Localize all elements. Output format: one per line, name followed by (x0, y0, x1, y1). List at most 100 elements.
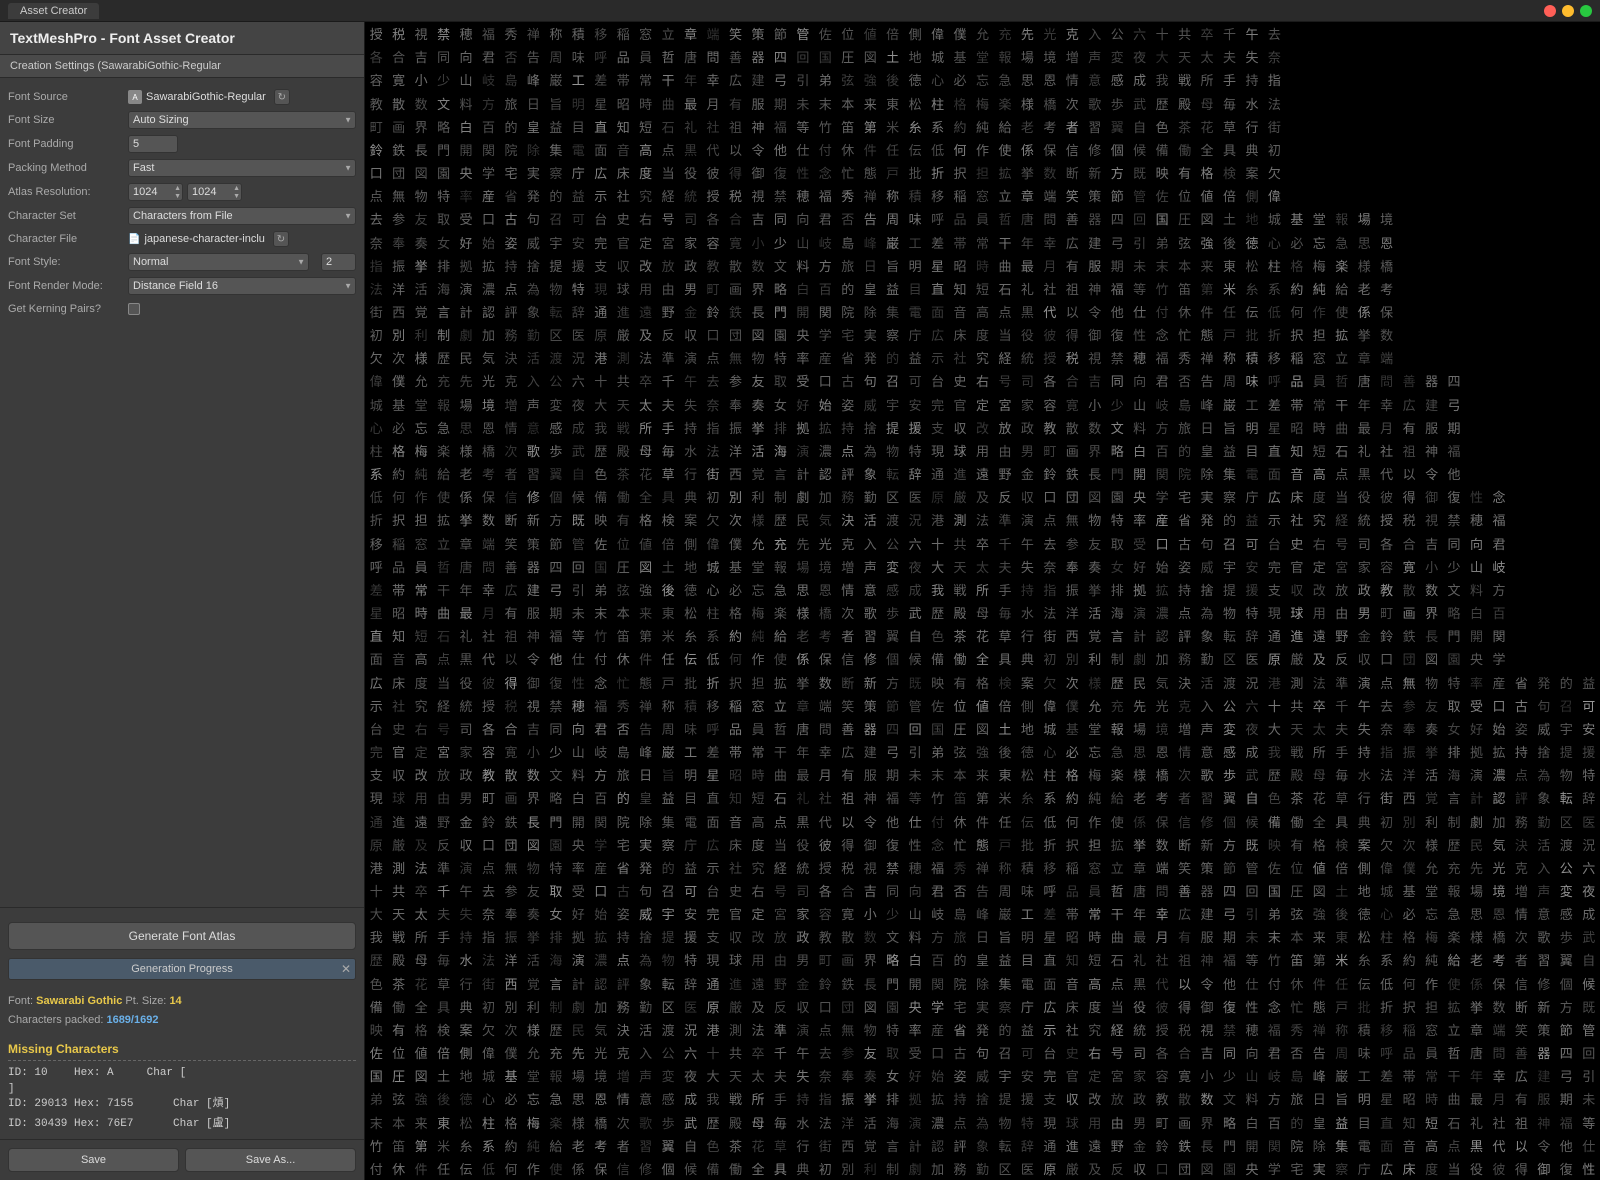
kanji-cell (1375, 91, 1397, 114)
font-padding-input[interactable] (128, 135, 178, 153)
kanji-cell: 広 (1398, 393, 1420, 416)
kanji-cell: 端 (814, 694, 836, 717)
char-file-refresh[interactable]: ↻ (273, 231, 289, 247)
kanji-cell: 黒 (679, 138, 701, 161)
kanji-cell: 武 (1241, 763, 1263, 786)
kanji-cell: 男 (1128, 1111, 1150, 1134)
font-style-select[interactable]: Normal (128, 253, 309, 271)
kanji-cell: 代 (477, 647, 499, 670)
kanji-cell: 必 (1286, 230, 1308, 253)
kanji-cell: 報 (1106, 717, 1128, 740)
kanji-cell: 放 (657, 254, 679, 277)
kanji-cell: 倍 (1331, 856, 1353, 879)
kanji-cell: 格 (1061, 763, 1083, 786)
kanji-cell: 開 (792, 300, 814, 323)
kanji-cell: 作 (1084, 809, 1106, 832)
kanji-cell (1465, 462, 1487, 485)
character-set-select[interactable]: Characters from File (128, 207, 356, 225)
kanji-cell: 統 (455, 694, 477, 717)
packing-method-select[interactable]: Fast (128, 159, 356, 177)
kanji-cell: 公 (1218, 694, 1240, 717)
kanji-cell: 日 (1196, 416, 1218, 439)
kanji-cell (1488, 184, 1510, 207)
kanji-cell: 提 (881, 416, 903, 439)
kanji-cell: 皇 (1308, 1111, 1330, 1134)
atlas-width-down[interactable]: ▼ (174, 193, 181, 200)
kanji-cell: 習 (1533, 948, 1555, 971)
generate-button[interactable]: Generate Font Atlas (8, 922, 356, 950)
kanji-cell: 心 (926, 68, 948, 91)
font-size-row: Font Size Auto Sizing (0, 108, 364, 132)
kanji-cell (1578, 485, 1600, 508)
kanji-cell: 安 (1016, 1064, 1038, 1087)
refresh-button[interactable]: ↻ (274, 89, 290, 105)
kanji-cell: 次 (1061, 91, 1083, 114)
kanji-cell: 建 (1533, 1064, 1555, 1087)
kanji-cell: 威 (1533, 717, 1555, 740)
kanji-cell: 通 (1263, 624, 1285, 647)
kanji-cell: 否 (1286, 1041, 1308, 1064)
kanji-cell: 積 (904, 184, 926, 207)
kanji-cell: 各 (1151, 1041, 1173, 1064)
font-size-select[interactable]: Auto Sizing (128, 111, 356, 129)
kanji-cell: 典 (679, 485, 701, 508)
kanji-cell: 鈴 (477, 809, 499, 832)
atlas-width-up[interactable]: ▲ (174, 185, 181, 192)
kanji-cell: 岐 (1263, 1064, 1285, 1087)
atlas-height-up[interactable]: ▲ (233, 185, 240, 192)
kanji-cell: 野 (432, 809, 454, 832)
kanji-cell: 役 (1016, 323, 1038, 346)
kanji-cell: 問 (1488, 1041, 1510, 1064)
kanji-cell (1488, 68, 1510, 91)
kanji-cell: 味 (1353, 1041, 1375, 1064)
kanji-cell: 奈 (814, 1064, 836, 1087)
minimize-btn[interactable] (1562, 5, 1574, 17)
kanji-cell: 口 (1151, 1157, 1173, 1180)
kanji-cell: 歩 (1555, 925, 1577, 948)
kanji-cell: 低 (926, 138, 948, 161)
kanji-cell: 方 (814, 254, 836, 277)
maximize-btn[interactable] (1580, 5, 1592, 17)
save-as-button[interactable]: Save As... (185, 1148, 356, 1172)
kanji-cell: 岐 (1151, 393, 1173, 416)
close-btn[interactable] (1544, 5, 1556, 17)
kanji-cell: 色 (926, 624, 948, 647)
progress-close-button[interactable]: ✕ (341, 962, 351, 976)
kanji-cell: 統 (1128, 1018, 1150, 1041)
font-style-number[interactable] (321, 253, 356, 271)
kanji-cell: 覚 (410, 300, 432, 323)
kanji-cell: 件 (410, 1157, 432, 1180)
kanji-cell: 有 (1173, 161, 1195, 184)
kanji-cell: 場 (1465, 879, 1487, 902)
kanji-cell: 所 (747, 1087, 769, 1110)
kanji-cell: 福 (1488, 508, 1510, 531)
save-button[interactable]: Save (8, 1148, 179, 1172)
kanji-cell: 感 (881, 578, 903, 601)
kanji-cell: 察 (1331, 1157, 1353, 1180)
kanji-cell: 幸 (702, 68, 724, 91)
kanji-cell: 鈴 (1039, 462, 1061, 485)
font-render-mode-select[interactable]: Distance Field 16 (128, 277, 356, 295)
kanji-cell: 男 (1353, 601, 1375, 624)
kerning-pairs-checkbox[interactable] (128, 303, 140, 315)
kanji-cell: 担 (747, 670, 769, 693)
kanji-cell: 建 (522, 578, 544, 601)
title-bar-tab[interactable]: Asset Creator (8, 3, 99, 19)
kanji-cell: 工 (567, 68, 589, 91)
kanji-cell: 除 (859, 300, 881, 323)
kanji-cell: 純 (747, 624, 769, 647)
kanji-cell: 第 (971, 786, 993, 809)
kanji-cell: 件 (1308, 972, 1330, 995)
kanji-cell: 未 (792, 91, 814, 114)
kanji-cell: 制 (881, 1157, 903, 1180)
kanji-cell: 進 (949, 462, 971, 485)
kanji-cell: 工 (1016, 902, 1038, 925)
kanji-cell (1398, 207, 1420, 230)
atlas-height-down[interactable]: ▼ (233, 193, 240, 200)
kanji-cell: 天 (612, 393, 634, 416)
kanji-cell: 休 (1173, 300, 1195, 323)
kanji-cell: 海 (1106, 601, 1128, 624)
kanji-cell: 数 (1084, 416, 1106, 439)
kanji-cell: 目 (679, 786, 701, 809)
kanji-cell (1510, 532, 1532, 555)
